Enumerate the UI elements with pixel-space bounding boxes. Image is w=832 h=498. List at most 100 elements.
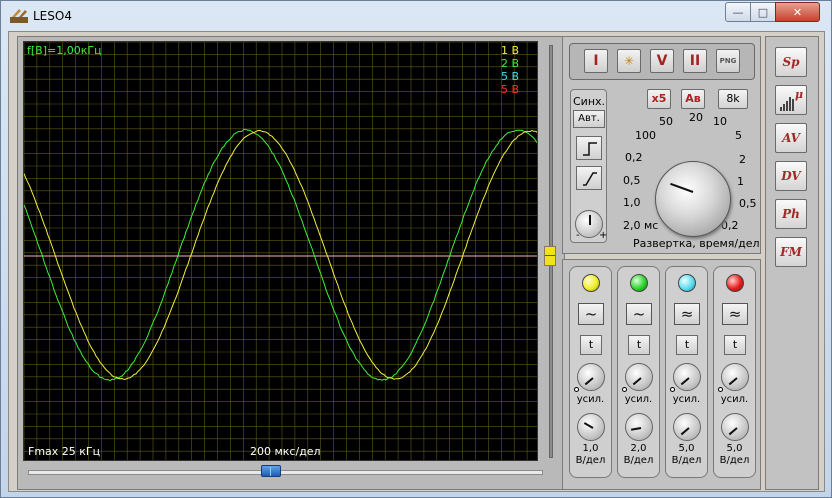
slope-edge-button[interactable] <box>576 166 602 190</box>
sync-label: Синх. <box>573 95 605 108</box>
channel-2: ~ t усил. 2,0 В/дел <box>617 266 660 478</box>
volts-div-value: 5,0 <box>666 443 707 454</box>
volts-div-unit: В/дел <box>618 455 659 466</box>
rising-edge-button[interactable] <box>576 136 602 160</box>
volts-div-unit: В/дел <box>714 455 755 466</box>
volts-div-value: 1,0 <box>570 443 611 454</box>
channel-1: ~ t усил. 1,0 В/дел <box>569 266 612 478</box>
scope-screen[interactable]: f[B]=1,00кГц 1 В 2 В 5 В 5 В Fmax 25 кГц… <box>23 41 538 461</box>
gain-label: усил. <box>666 394 707 405</box>
legend-ch2: 2 В <box>501 57 519 70</box>
tick-label: 2,0 мс <box>623 219 658 232</box>
sync-plus-label: + <box>599 230 607 241</box>
tick-label: 2 <box>739 153 746 166</box>
timebase-dial: 50 20 10 100 5 0,2 2 0,5 1 1,0 0,5 2,0 м… <box>611 115 759 245</box>
legend-ch1: 1 В <box>501 44 519 57</box>
tick-label: 100 <box>635 129 656 142</box>
frequency-readout: f[B]=1,00кГц <box>27 44 102 57</box>
knob-pointer <box>589 215 591 225</box>
instrument-toolbar: Sp μ AV DV Ph FM <box>765 36 819 490</box>
sync-group: Синх. Авт. - + <box>570 89 607 243</box>
tick-label: 0,2 <box>625 151 643 164</box>
legend-ch4: 5 В <box>501 83 519 96</box>
t-button[interactable]: t <box>628 335 650 355</box>
voltage-button[interactable]: V <box>650 49 674 73</box>
timebase-caption: Развертка, время/дел <box>633 237 760 250</box>
dv-meter-button[interactable]: DV <box>775 161 807 191</box>
volts-div-unit: В/дел <box>666 455 707 466</box>
tick-label: 1 <box>737 175 744 188</box>
toolbar: I ✳ V II PNG <box>569 43 755 80</box>
save-png-button[interactable]: PNG <box>716 49 740 73</box>
tick-label: 5 <box>735 129 742 142</box>
sync-auto-button[interactable]: Авт. <box>573 110 605 128</box>
channel-3: ≈ t усил. 5,0 В/дел <box>665 266 708 478</box>
channel-led[interactable] <box>582 274 600 292</box>
app-logo-icon <box>9 7 29 25</box>
gain-indicator <box>622 387 627 392</box>
gain-knob[interactable] <box>577 363 605 391</box>
pause-button[interactable]: II <box>683 49 707 73</box>
volts-div-knob[interactable] <box>577 413 605 441</box>
legend-ch3: 5 В <box>501 70 519 83</box>
histogram-label: μ <box>795 88 803 101</box>
t-button[interactable]: t <box>724 335 746 355</box>
time-offset-thumb[interactable] <box>261 465 281 477</box>
x5-button[interactable]: x5 <box>647 89 671 109</box>
coupling-button[interactable]: ≈ <box>722 303 748 325</box>
tick-label: 50 <box>659 115 673 128</box>
window-title: LESO4 <box>33 9 72 23</box>
time-offset-scrollbar[interactable] <box>28 470 543 475</box>
trigger-level-handle[interactable] <box>544 246 556 266</box>
t-button[interactable]: t <box>580 335 602 355</box>
coupling-button[interactable]: ~ <box>578 303 604 325</box>
maximize-button[interactable]: □ <box>750 2 776 22</box>
volts-div-value: 2,0 <box>618 443 659 454</box>
gain-indicator <box>670 387 675 392</box>
fm-button[interactable]: FM <box>775 237 807 267</box>
coupling-button[interactable]: ~ <box>626 303 652 325</box>
gain-indicator <box>574 387 579 392</box>
minimize-button[interactable]: — <box>725 2 751 22</box>
slope-edge-icon <box>577 167 603 191</box>
gain-label: усил. <box>618 394 659 405</box>
gain-label: усил. <box>714 394 755 405</box>
tick-label: 1,0 <box>623 196 641 209</box>
client-area: f[B]=1,00кГц 1 В 2 В 5 В 5 В Fmax 25 кГц… <box>8 31 825 492</box>
gain-knob[interactable] <box>673 363 701 391</box>
gain-label: усил. <box>570 394 611 405</box>
time-div-readout: 200 мкс/дел <box>250 445 321 458</box>
spectrum-button[interactable]: Sp <box>775 47 807 77</box>
gain-knob[interactable] <box>721 363 749 391</box>
sync-minus-label: - <box>576 230 580 241</box>
timebase-knob[interactable] <box>655 161 731 237</box>
title-bar[interactable]: LESO4 — □ ✕ <box>1 1 831 31</box>
gain-indicator <box>718 387 723 392</box>
run-button[interactable]: I <box>584 49 608 73</box>
close-button[interactable]: ✕ <box>775 2 820 22</box>
channel-led[interactable] <box>678 274 696 292</box>
volts-div-knob[interactable] <box>721 413 749 441</box>
volts-div-knob[interactable] <box>625 413 653 441</box>
t-button[interactable]: t <box>676 335 698 355</box>
volts-div-unit: В/дел <box>570 455 611 466</box>
volts-div-value: 5,0 <box>714 443 755 454</box>
gain-knob[interactable] <box>625 363 653 391</box>
app-window: LESO4 — □ ✕ f[B]=1,00кГц 1 В 2 В 5 В 5 В… <box>0 0 832 498</box>
average-button[interactable]: Ав <box>681 89 705 109</box>
channel-4: ≈ t усил. 5,0 В/дел <box>713 266 756 478</box>
coupling-button[interactable]: ≈ <box>674 303 700 325</box>
samples-button[interactable]: 8k <box>718 89 748 109</box>
rising-edge-icon <box>577 137 603 161</box>
channel-led[interactable] <box>630 274 648 292</box>
channel-led[interactable] <box>726 274 744 292</box>
timebase-knob-pointer <box>670 183 693 193</box>
scope-plot <box>24 42 538 461</box>
histogram-button[interactable]: μ <box>775 85 807 115</box>
tick-label: 20 <box>689 111 703 124</box>
cursor-button[interactable]: ✳ <box>617 49 641 73</box>
phase-button[interactable]: Ph <box>775 199 807 229</box>
tick-label: 0,5 <box>739 197 757 210</box>
av-meter-button[interactable]: AV <box>775 123 807 153</box>
volts-div-knob[interactable] <box>673 413 701 441</box>
